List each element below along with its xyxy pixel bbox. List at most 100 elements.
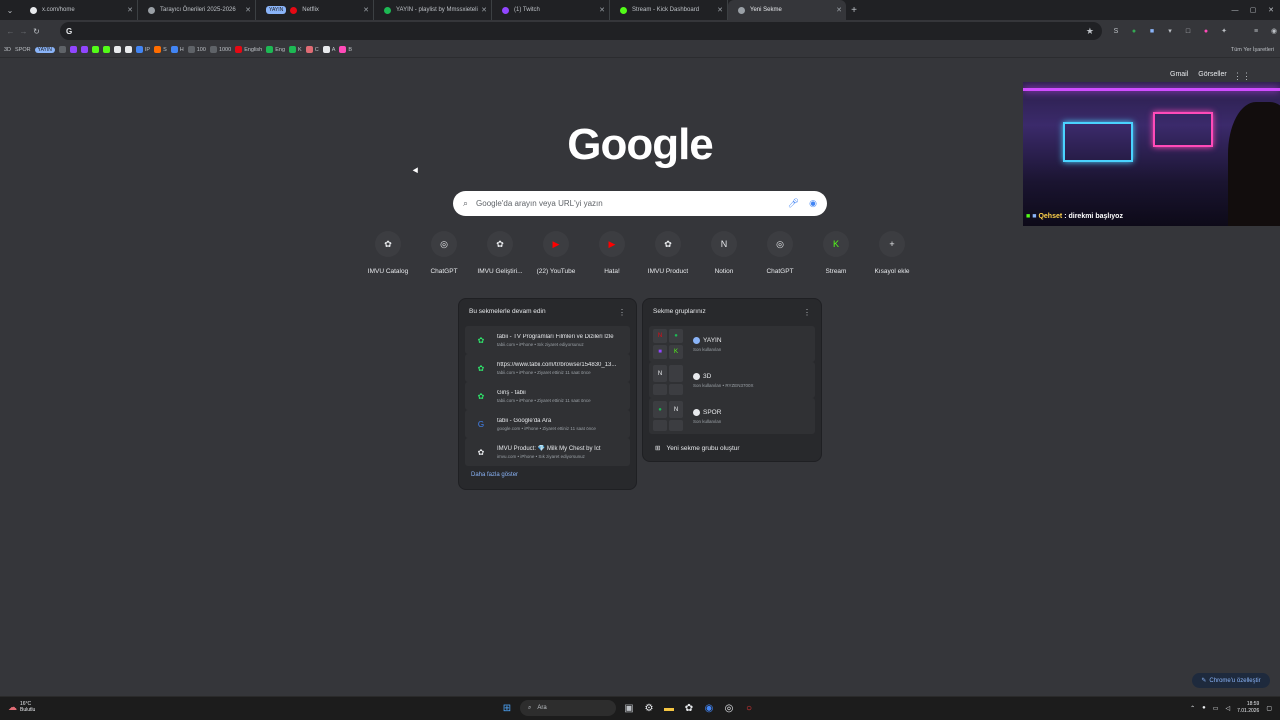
card-menu-icon[interactable]: ⋮: [803, 308, 811, 317]
bookmark-item[interactable]: 1000: [209, 46, 231, 53]
all-bookmarks[interactable]: Tüm Yer İşaretleri: [1231, 47, 1274, 53]
file-explorer-icon[interactable]: ▬: [662, 701, 676, 715]
extension-icon[interactable]: □: [1182, 25, 1194, 37]
new-tab-button[interactable]: +: [846, 5, 862, 16]
shortcut-tile[interactable]: K Stream: [808, 231, 864, 275]
shortcut-tile[interactable]: N Notion: [696, 231, 752, 275]
extension-icon[interactable]: S: [1110, 25, 1122, 37]
shortcut-tile[interactable]: ✿ IMVU Catalog: [360, 231, 416, 275]
shortcut-tile[interactable]: ◎ ChatGPT: [752, 231, 808, 275]
bookmark-item[interactable]: [69, 46, 77, 53]
bookmark-item[interactable]: Eng: [266, 46, 285, 53]
minimize-icon[interactable]: —: [1226, 0, 1244, 20]
close-window-icon[interactable]: ✕: [1262, 0, 1280, 20]
shortcut-tile[interactable]: ◎ ChatGPT: [416, 231, 472, 275]
windows-start-icon[interactable]: ⊞: [500, 701, 514, 715]
tab-search-icon[interactable]: ⌄: [0, 0, 20, 20]
search-placeholder[interactable]: Google'da arayın veya URL'yi yazın: [476, 199, 603, 208]
apps-grid-icon[interactable]: ⋮⋮: [1233, 71, 1251, 82]
shortcut-tile[interactable]: + Kısayol ekle: [864, 231, 920, 275]
bookmark-folder-3d[interactable]: 3D: [4, 47, 11, 53]
volume-icon[interactable]: ◁: [1225, 705, 1230, 712]
tab-close-icon[interactable]: ✕: [127, 6, 133, 14]
clock[interactable]: 18:59 7.01.2026: [1237, 701, 1259, 715]
bookmark-group-yayin[interactable]: YAYIN: [34, 46, 55, 53]
microphone-tray-icon[interactable]: ●: [1202, 705, 1206, 711]
new-tab-group-button[interactable]: ⊞ Yeni sekme grubu oluştur: [643, 434, 821, 462]
recent-tab-item[interactable]: ✿ https://www.tabii.com/tr/browse/154830_…: [465, 354, 630, 382]
maximize-icon[interactable]: ▢: [1244, 0, 1262, 20]
tab-close-icon[interactable]: ✕: [245, 6, 251, 14]
bookmark-item[interactable]: [58, 46, 66, 53]
extension-icon[interactable]: ■: [1146, 25, 1158, 37]
tab-group-item[interactable]: N ● ■ K YAYIN Son kullanılan: [649, 326, 815, 362]
bookmark-item[interactable]: [124, 46, 132, 53]
browser-tab[interactable]: x.com/home ✕: [20, 0, 138, 20]
tab-group-item[interactable]: N 3D Son kullanılan • RYZEN3700X: [649, 362, 815, 398]
menu-icon[interactable]: ≡: [1250, 25, 1262, 37]
shortcut-tile[interactable]: ✿ IMVU Product: [640, 231, 696, 275]
notification-icon[interactable]: ▢: [1266, 705, 1272, 712]
network-icon[interactable]: ▭: [1213, 705, 1219, 712]
tab-group-label[interactable]: YAYIN: [266, 6, 287, 14]
reload-icon[interactable]: ↻: [30, 27, 43, 36]
browser-tab[interactable]: (1) Twitch ✕: [492, 0, 610, 20]
bookmark-item[interactable]: [113, 46, 121, 53]
forward-icon[interactable]: →: [17, 27, 30, 36]
bookmark-item[interactable]: [102, 46, 110, 53]
recent-tab-item[interactable]: Gtabii - Google'da Ara google.com • iPhon…: [465, 410, 630, 438]
browser-tab[interactable]: Yeni Sekme ✕: [728, 0, 846, 20]
recent-tab-item[interactable]: ✿ IMVU Product: 💎 Milk My Chest by Ict imv…: [465, 438, 630, 466]
extension-icon[interactable]: ●: [1128, 25, 1140, 37]
card-menu-icon[interactable]: ⋮: [618, 308, 626, 317]
bookmark-item[interactable]: S: [154, 46, 167, 53]
extension-icon[interactable]: ●: [1200, 25, 1212, 37]
bookmark-item[interactable]: C: [305, 46, 319, 53]
tab-close-icon[interactable]: ✕: [481, 6, 487, 14]
taskbar-search[interactable]: ⌕ Ara: [520, 700, 616, 716]
recent-tab-item[interactable]: ✿ tabii - TV Programları Filmleri ve Dizi…: [465, 326, 630, 354]
bookmark-item[interactable]: B: [339, 46, 352, 53]
opera-icon[interactable]: ○: [742, 701, 756, 715]
microphone-icon[interactable]: 🎤︎: [788, 198, 799, 209]
bookmark-item[interactable]: K: [289, 46, 302, 53]
browser-tab[interactable]: Stream - Kick Dashboard ✕: [610, 0, 728, 20]
customize-chrome-button[interactable]: ✎ Chrome'u özelleştir: [1192, 673, 1270, 688]
tab-close-icon[interactable]: ✕: [836, 6, 842, 14]
bookmark-item[interactable]: H: [170, 46, 184, 53]
shortcut-tile[interactable]: ▶ Hata!: [584, 231, 640, 275]
bookmark-folder-spor[interactable]: SPOR: [15, 47, 31, 53]
tray-chevron-icon[interactable]: ⌃: [1190, 705, 1195, 712]
shortcut-tile[interactable]: ▶ (22) YouTube: [528, 231, 584, 275]
tab-close-icon[interactable]: ✕: [717, 6, 723, 14]
bookmark-item[interactable]: 100: [187, 46, 206, 53]
bookmark-item[interactable]: [80, 46, 88, 53]
bookmark-item[interactable]: English: [235, 46, 262, 53]
browser-tab[interactable]: YAYIN Netflix ✕: [256, 0, 374, 20]
bookmark-item[interactable]: IP: [135, 46, 150, 53]
browser-tab[interactable]: YAYIN - playlist by Mmssxieteli ✕: [374, 0, 492, 20]
shortcut-tile[interactable]: ✿ IMVU Geliştiri...: [472, 231, 528, 275]
task-view-icon[interactable]: ▣: [622, 701, 636, 715]
bookmark-star-icon[interactable]: ★: [1086, 26, 1094, 37]
profile-icon[interactable]: ◉: [1268, 25, 1280, 37]
search-box[interactable]: ⌕ Google'da arayın veya URL'yi yazın 🎤︎ …: [453, 191, 827, 216]
show-more-link[interactable]: Daha fazla göster: [459, 466, 636, 484]
app-icon[interactable]: ✿: [682, 701, 696, 715]
images-link[interactable]: Görseller: [1198, 71, 1226, 78]
puzzle-icon[interactable]: ✦: [1218, 25, 1230, 37]
recent-tab-item[interactable]: ✿ Giriş - tabii tabii.com • iPhone • Ziyar…: [465, 382, 630, 410]
google-lens-icon[interactable]: ◉: [809, 198, 817, 209]
chrome-icon[interactable]: ◉: [702, 701, 716, 715]
browser-tab[interactable]: Tarayıcı Önerileri 2025-2026 ✕: [138, 0, 256, 20]
app-icon[interactable]: ◎: [722, 701, 736, 715]
tab-close-icon[interactable]: ✕: [363, 6, 369, 14]
settings-icon[interactable]: ⚙: [642, 701, 656, 715]
tab-close-icon[interactable]: ✕: [599, 6, 605, 14]
tab-group-item[interactable]: ● N SPOR Son kullanılan: [649, 398, 815, 434]
back-icon[interactable]: ←: [4, 27, 17, 36]
bookmark-item[interactable]: A: [322, 46, 335, 53]
address-bar[interactable]: G ★: [60, 22, 1102, 40]
extension-icon[interactable]: ▾: [1164, 25, 1176, 37]
bookmark-item[interactable]: [91, 46, 99, 53]
